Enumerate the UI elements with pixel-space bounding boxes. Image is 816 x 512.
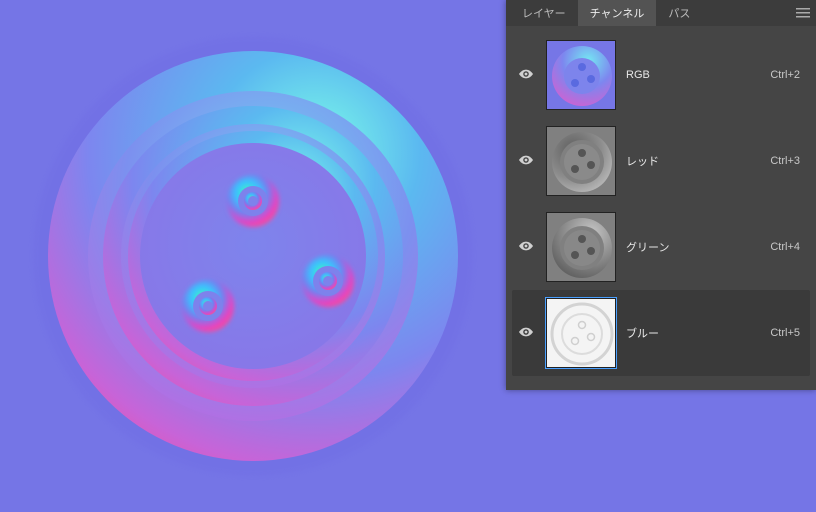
channel-row-blue[interactable]: ブルー Ctrl+5 xyxy=(512,290,810,376)
channel-name: レッド xyxy=(626,153,760,169)
channel-thumbnail xyxy=(546,212,616,282)
channel-name: グリーン xyxy=(626,239,760,255)
channel-row-red[interactable]: レッド Ctrl+3 xyxy=(512,118,810,204)
channel-shortcut: Ctrl+2 xyxy=(770,69,800,81)
panel-menu-icon[interactable] xyxy=(796,8,810,18)
tab-label: チャンネル xyxy=(590,5,645,21)
panel-tabstrip: レイヤー チャンネル パス xyxy=(506,0,816,26)
channel-thumbnail xyxy=(546,126,616,196)
channel-name: RGB xyxy=(626,69,760,81)
channel-thumbnail xyxy=(546,40,616,110)
channel-list: RGB Ctrl+2 レッド Ctrl+3 xyxy=(506,26,816,382)
tab-label: パス xyxy=(668,5,690,21)
channel-row-rgb[interactable]: RGB Ctrl+2 xyxy=(512,32,810,118)
visibility-toggle[interactable] xyxy=(516,327,536,340)
channels-panel: レイヤー チャンネル パス RGB xyxy=(506,0,816,390)
visibility-toggle[interactable] xyxy=(516,241,536,254)
tab-channels[interactable]: チャンネル xyxy=(578,0,657,26)
visibility-toggle[interactable] xyxy=(516,155,536,168)
channel-thumbnail xyxy=(546,298,616,368)
tab-label: レイヤー xyxy=(522,5,566,21)
visibility-toggle[interactable] xyxy=(516,69,536,82)
document-canvas[interactable] xyxy=(0,0,506,512)
channel-shortcut: Ctrl+5 xyxy=(770,327,800,339)
tab-layers[interactable]: レイヤー xyxy=(510,0,578,26)
channel-shortcut: Ctrl+3 xyxy=(770,155,800,167)
channel-row-green[interactable]: グリーン Ctrl+4 xyxy=(512,204,810,290)
channel-name: ブルー xyxy=(626,325,760,341)
channel-shortcut: Ctrl+4 xyxy=(770,241,800,253)
tab-paths[interactable]: パス xyxy=(656,0,702,26)
normal-map-disc-image xyxy=(23,26,483,486)
